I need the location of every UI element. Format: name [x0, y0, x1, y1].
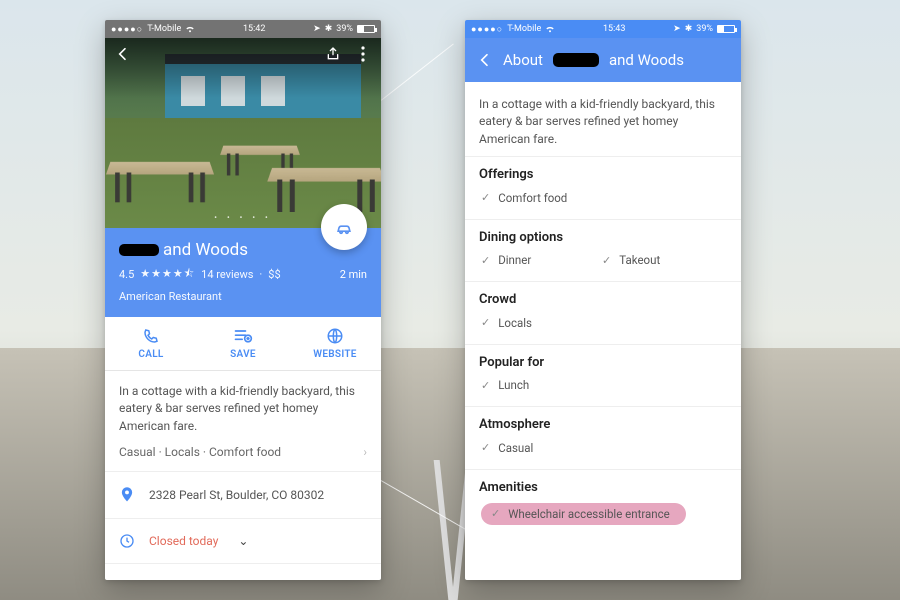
- bluetooth-icon: ✱: [325, 24, 333, 34]
- attr-item: Wheelchair accessible entrance: [481, 503, 686, 525]
- place-name-suffix: and Woods: [163, 240, 248, 260]
- attr-group-title: Offerings: [479, 167, 727, 182]
- connector-line: [381, 43, 454, 100]
- actions-row: CALL SAVE WEBSITE: [105, 317, 381, 371]
- category-label: American Restaurant: [119, 290, 367, 303]
- attr-item: Locals: [481, 316, 600, 330]
- redacted-name: [553, 53, 599, 67]
- wifi-icon: [545, 25, 555, 33]
- compass-icon: ➤: [313, 24, 321, 34]
- address-text: 2328 Pearl St, Boulder, CO 80302: [149, 488, 324, 502]
- overflow-icon[interactable]: [355, 46, 371, 62]
- rating-stars-icon: ★★★★⯪: [140, 265, 195, 284]
- website-label: WEBSITE: [313, 349, 357, 360]
- call-label: CALL: [138, 349, 163, 360]
- attr-group-title: Amenities: [479, 480, 727, 495]
- attr-group: Offerings Comfort food: [465, 156, 741, 219]
- attr-group: Atmosphere Casual: [465, 406, 741, 469]
- carrier-label: T-Mobile: [147, 24, 181, 34]
- attr-item: Lunch: [481, 378, 600, 392]
- phone-place-detail: ●●●●○ T-Mobile 15:42 ➤ ✱ 39%: [105, 20, 381, 580]
- attr-group: Dining options DinnerTakeout: [465, 219, 741, 282]
- hours-row[interactable]: Closed today ⌄: [105, 519, 381, 564]
- about-header: About and Woods: [465, 38, 741, 82]
- rating-value: 4.5: [119, 268, 134, 281]
- eta-label: 2 min: [340, 268, 367, 281]
- pin-icon: [119, 486, 135, 504]
- dot-sep: ·: [259, 268, 262, 281]
- hours-status: Closed today: [149, 534, 218, 548]
- battery-icon: [717, 25, 735, 33]
- website-button[interactable]: WEBSITE: [289, 317, 381, 370]
- battery-icon: [357, 25, 375, 33]
- battery-pct: 39%: [336, 24, 353, 34]
- attr-group-title: Popular for: [479, 355, 727, 370]
- chevron-right-icon: ›: [363, 445, 367, 459]
- clock-label: 15:42: [243, 24, 265, 34]
- about-description: In a cottage with a kid-friendly backyar…: [465, 82, 741, 156]
- about-body[interactable]: In a cottage with a kid-friendly backyar…: [465, 82, 741, 539]
- attr-group: Amenities Wheelchair accessible entrance: [465, 469, 741, 539]
- about-prefix: About: [503, 51, 543, 69]
- signal-dots-icon: ●●●●○: [111, 24, 143, 35]
- attr-group: Popular for Lunch: [465, 344, 741, 407]
- save-button[interactable]: SAVE: [197, 317, 289, 370]
- compass-icon: ➤: [673, 24, 681, 34]
- bluetooth-icon: ✱: [685, 24, 693, 34]
- description-section[interactable]: In a cottage with a kid-friendly backyar…: [105, 371, 381, 472]
- address-row[interactable]: 2328 Pearl St, Boulder, CO 80302: [105, 472, 381, 519]
- chevron-down-icon: ⌄: [238, 534, 248, 548]
- attr-group-title: Crowd: [479, 292, 727, 307]
- place-description: In a cottage with a kid-friendly backyar…: [119, 383, 367, 435]
- attr-item: Casual: [481, 441, 600, 455]
- about-suffix: and Woods: [609, 51, 684, 69]
- wifi-icon: [185, 25, 195, 33]
- reviews-count[interactable]: 14 reviews: [201, 268, 253, 281]
- save-list-icon: [233, 327, 253, 345]
- back-icon[interactable]: [115, 46, 131, 62]
- signal-dots-icon: ●●●●○: [471, 24, 503, 35]
- hero-photo[interactable]: • • • • •: [105, 38, 381, 228]
- call-button[interactable]: CALL: [105, 317, 197, 370]
- carrier-label: T-Mobile: [507, 24, 541, 34]
- phone-icon: [142, 327, 160, 345]
- globe-icon: [326, 327, 344, 345]
- attr-group: Crowd Locals: [465, 281, 741, 344]
- attr-group-title: Dining options: [479, 230, 727, 245]
- share-icon[interactable]: [325, 46, 341, 62]
- attr-group-title: Atmosphere: [479, 417, 727, 432]
- attr-item: Comfort food: [481, 191, 600, 205]
- back-icon[interactable]: [477, 52, 493, 68]
- directions-fab[interactable]: [321, 204, 367, 250]
- attr-item: Takeout: [602, 253, 721, 267]
- clock-icon: [119, 533, 135, 549]
- price-level: $$: [268, 268, 280, 281]
- status-bar: ●●●●○ T-Mobile 15:43 ➤ ✱ 39%: [465, 20, 741, 38]
- place-summary-card: and Woods 4.5 ★★★★⯪ 14 reviews · $$ 2 mi…: [105, 228, 381, 317]
- save-label: SAVE: [230, 349, 256, 360]
- clock-label: 15:43: [603, 24, 625, 34]
- phone-about-page: ●●●●○ T-Mobile 15:43 ➤ ✱ 39% About and W…: [465, 20, 741, 580]
- status-bar: ●●●●○ T-Mobile 15:42 ➤ ✱ 39%: [105, 20, 381, 38]
- attr-item: Dinner: [481, 253, 600, 267]
- battery-pct: 39%: [696, 24, 713, 34]
- place-tags: Casual · Locals · Comfort food: [119, 445, 281, 459]
- redacted-name: [119, 244, 159, 256]
